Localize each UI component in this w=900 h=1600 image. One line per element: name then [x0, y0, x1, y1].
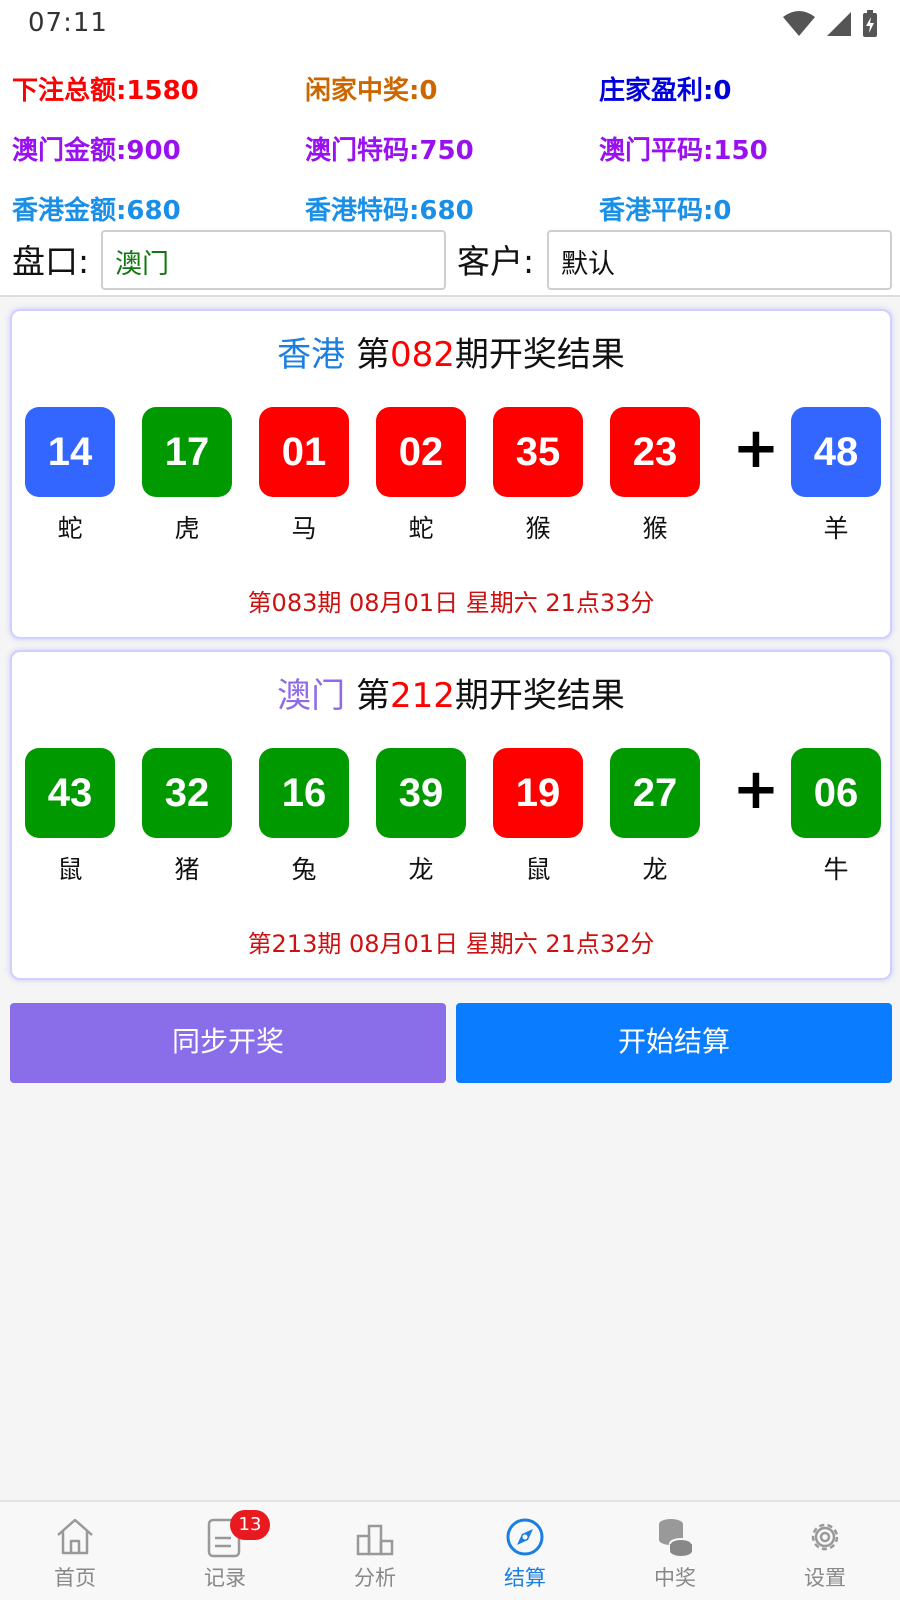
- hk-result-card: 香港 第082期开奖结果 14 蛇 17 虎 01 马 02 蛇 35 猴 23…: [10, 309, 892, 639]
- ball-zodiac: 兔: [291, 855, 317, 884]
- ball-number: 27: [610, 748, 700, 838]
- start-settle-button[interactable]: 开始结算: [456, 1003, 892, 1083]
- compass-icon: [506, 1518, 544, 1556]
- summary-panel: 下注总额:1580 闲家中奖:0 庄家盈利:0 澳门金额:900 澳门特码:75…: [0, 50, 900, 295]
- tab-settings[interactable]: 设置: [750, 1502, 900, 1600]
- divider: [0, 295, 900, 297]
- macau-result-title: 澳门 第212期开奖结果: [12, 668, 890, 717]
- ball-number: 19: [493, 748, 583, 838]
- tab-label: 分析: [354, 1566, 396, 1590]
- hk-region-label: 香港: [277, 335, 346, 375]
- special-ball-number: 06: [791, 748, 881, 838]
- plus-sign: +: [732, 416, 780, 481]
- ball-number: 32: [142, 748, 232, 838]
- ball-number: 02: [376, 407, 466, 497]
- wifi-icon: [783, 11, 815, 36]
- tab-label: 首页: [54, 1566, 96, 1590]
- macau-issue-number: 212: [389, 676, 455, 716]
- ball-zodiac: 马: [291, 514, 317, 543]
- bottom-tab-bar: 首页 13 记录 分析 结算 中奖 设置: [0, 1500, 900, 1600]
- tab-label: 设置: [804, 1566, 846, 1590]
- ball-number: 14: [25, 407, 115, 497]
- hk-issue-number: 082: [389, 335, 455, 375]
- macau-normal-stat: 澳门平码:150: [599, 136, 768, 166]
- ball-zodiac: 猴: [525, 514, 551, 543]
- ball-zodiac: 猪: [174, 855, 200, 884]
- tab-winning[interactable]: 中奖: [600, 1502, 750, 1600]
- market-input[interactable]: 澳门: [101, 230, 446, 290]
- ball-number: 01: [259, 407, 349, 497]
- special-ball-zodiac: 羊: [823, 514, 849, 543]
- player-win-stat: 闲家中奖:0: [305, 76, 438, 106]
- ball-number: 16: [259, 748, 349, 838]
- tab-label: 结算: [504, 1566, 546, 1590]
- ball-zodiac: 鼠: [525, 855, 551, 884]
- status-bar: 07:11: [0, 0, 900, 50]
- status-time: 07:11: [28, 8, 108, 38]
- ball-number: 35: [493, 407, 583, 497]
- ball-zodiac: 鼠: [57, 855, 83, 884]
- record-count-badge: 13: [230, 1510, 270, 1540]
- signal-icon: [827, 12, 851, 36]
- ball-zodiac: 龙: [642, 855, 668, 884]
- tab-home[interactable]: 首页: [0, 1502, 150, 1600]
- hk-next-draw: 第083期 08月01日 星期六 21点33分: [247, 589, 655, 617]
- hk-title-suffix: 期开奖结果: [454, 335, 625, 375]
- tab-label: 记录: [204, 1566, 246, 1590]
- macau-region-label: 澳门: [277, 676, 346, 716]
- tab-settle[interactable]: 结算: [450, 1502, 600, 1600]
- special-ball-number: 48: [791, 407, 881, 497]
- ball-zodiac: 猴: [642, 514, 668, 543]
- ball-zodiac: 虎: [174, 514, 200, 543]
- macau-special-stat: 澳门特码:750: [305, 136, 474, 166]
- battery-icon: [863, 10, 877, 37]
- banker-profit-stat: 庄家盈利:0: [599, 76, 732, 106]
- podium-icon: [356, 1524, 394, 1556]
- ball-zodiac: 蛇: [57, 514, 83, 543]
- hk-amount-stat: 香港金额:680: [12, 196, 181, 226]
- home-icon: [57, 1518, 93, 1555]
- total-bet-stat: 下注总额:1580: [12, 76, 199, 106]
- tab-analysis[interactable]: 分析: [300, 1502, 450, 1600]
- special-ball-zodiac: 牛: [823, 855, 849, 884]
- tab-label: 中奖: [654, 1566, 696, 1590]
- ball-number: 23: [610, 407, 700, 497]
- ball-zodiac: 蛇: [408, 514, 434, 543]
- status-icons: [782, 10, 878, 38]
- customer-label: 客户:: [457, 242, 535, 281]
- market-label: 盘口:: [12, 242, 90, 281]
- gear-icon: [811, 1523, 839, 1551]
- plus-sign: +: [732, 757, 780, 822]
- ball-number: 43: [25, 748, 115, 838]
- customer-input[interactable]: 默认: [547, 230, 892, 290]
- hk-title-prefix: 第: [355, 335, 390, 375]
- ball-zodiac: 龙: [408, 855, 434, 884]
- hk-result-title: 香港 第082期开奖结果: [12, 327, 890, 376]
- macau-next-draw: 第213期 08月01日 星期六 21点32分: [247, 930, 655, 958]
- ball-number: 39: [376, 748, 466, 838]
- coins-icon: [659, 1519, 693, 1556]
- hk-special-stat: 香港特码:680: [305, 196, 474, 226]
- ball-number: 17: [142, 407, 232, 497]
- macau-result-card: 澳门 第212期开奖结果 43 鼠 32 猪 16 兔 39 龙 19 鼠 27…: [10, 650, 892, 980]
- macau-title-prefix: 第: [355, 676, 390, 716]
- tab-records[interactable]: 13 记录: [150, 1502, 300, 1600]
- macau-amount-stat: 澳门金额:900: [12, 136, 181, 166]
- hk-normal-stat: 香港平码:0: [599, 196, 732, 226]
- macau-title-suffix: 期开奖结果: [454, 676, 625, 716]
- sync-draw-button[interactable]: 同步开奖: [10, 1003, 446, 1083]
